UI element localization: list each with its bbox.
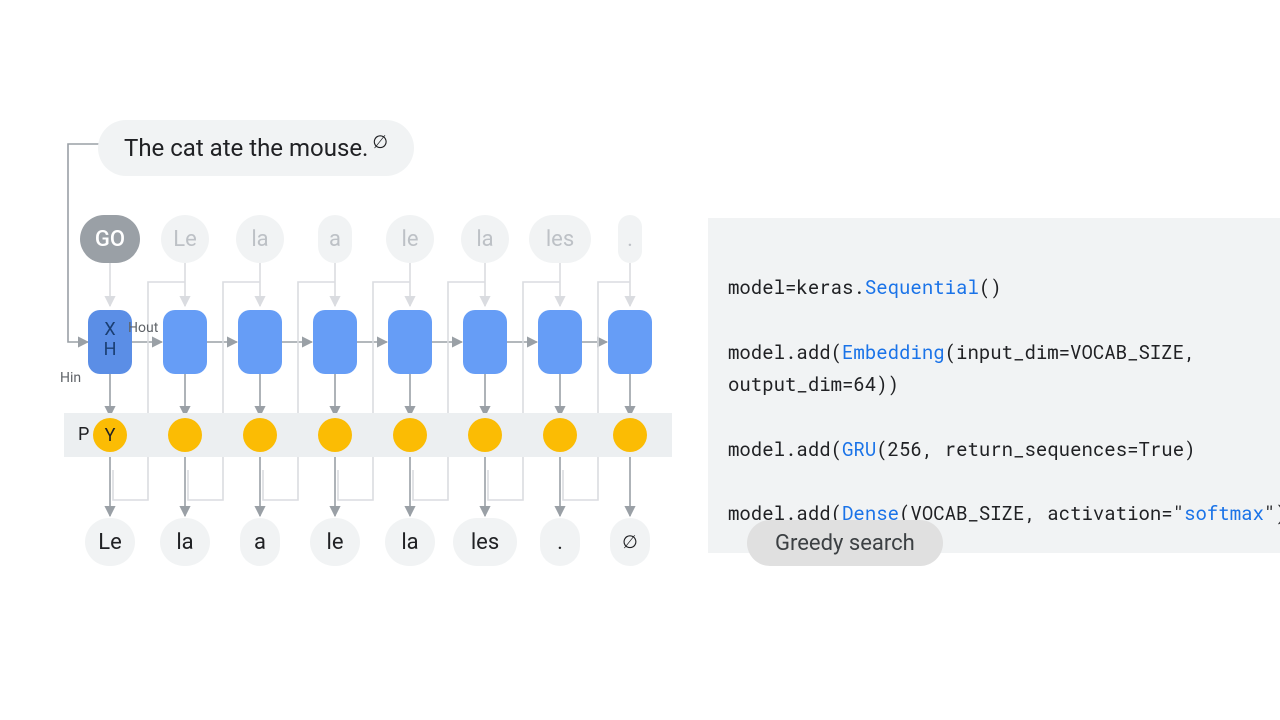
token-label: la [401, 530, 418, 555]
rnn-cell [313, 310, 357, 374]
rnn-state-labels: XH [104, 320, 117, 360]
output-node [318, 418, 352, 452]
token-label: a [329, 227, 341, 252]
output-eos-pill: ∅ [610, 518, 650, 566]
token-label: Le [173, 227, 197, 252]
eos-icon: ∅ [372, 132, 388, 153]
decode-strategy-pill: Greedy search [747, 520, 943, 566]
decode-strategy-label: Greedy search [775, 531, 915, 556]
token-label: le [326, 530, 343, 555]
token-label: la [251, 227, 268, 252]
eos-icon: ∅ [622, 532, 638, 553]
output-token-pill: les [453, 518, 517, 566]
y-label: Y [105, 425, 116, 446]
output-token-pill: . [540, 518, 580, 566]
token-label: . [627, 227, 633, 252]
p-label: P [78, 424, 89, 445]
rnn-cell [238, 310, 282, 374]
input-token-pill: le [386, 215, 434, 263]
probability-strip [64, 413, 672, 457]
output-node [468, 418, 502, 452]
token-label: la [476, 227, 493, 252]
token-label: les [546, 227, 574, 252]
output-node [543, 418, 577, 452]
output-node [613, 418, 647, 452]
output-token-pill: Le [85, 518, 135, 566]
output-node [243, 418, 277, 452]
input-token-pill: . [618, 215, 642, 263]
token-label: les [471, 530, 499, 555]
input-token-pill: Le [161, 215, 209, 263]
code-line-1: model=keras.Sequential() [728, 275, 1002, 300]
rnn-cell [163, 310, 207, 374]
output-token-pill: a [240, 518, 280, 566]
output-node: Y [93, 418, 127, 452]
output-node [393, 418, 427, 452]
go-token-pill: GO [80, 215, 140, 263]
rnn-cell: XH [88, 310, 132, 374]
token-label: le [401, 227, 418, 252]
code-line-2: model.add(Embedding(input_dim=VOCAB_SIZE… [728, 340, 1196, 397]
input-token-pill: la [236, 215, 284, 263]
token-label: Le [98, 530, 122, 555]
input-token-pill: la [461, 215, 509, 263]
input-sentence-text: The cat ate the mouse. [124, 134, 368, 162]
output-token-pill: la [385, 518, 435, 566]
rnn-cell [388, 310, 432, 374]
rnn-cell [608, 310, 652, 374]
code-line-3: model.add(GRU(256, return_sequences=True… [728, 437, 1196, 462]
hout-label: Hout [128, 320, 158, 336]
token-label: a [254, 530, 266, 555]
token-label: GO [95, 227, 125, 252]
code-block: model=keras.Sequential() model.add(Embed… [708, 218, 1280, 553]
rnn-cell [463, 310, 507, 374]
input-sentence-pill: The cat ate the mouse. ∅ [98, 120, 414, 176]
input-token-pill: a [318, 215, 352, 263]
output-token-pill: la [160, 518, 210, 566]
input-token-pill: les [529, 215, 591, 263]
rnn-cell [538, 310, 582, 374]
token-label: . [557, 530, 563, 555]
output-token-pill: le [310, 518, 360, 566]
output-node [168, 418, 202, 452]
token-label: la [176, 530, 193, 555]
hin-label: Hin [60, 370, 81, 386]
